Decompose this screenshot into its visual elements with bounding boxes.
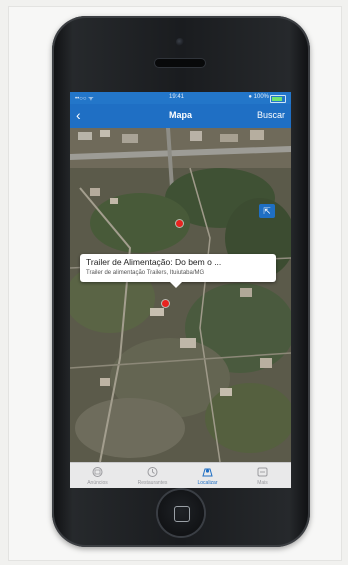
callout-subtitle: Trailer de alimentação Trailers, Ituiuta… bbox=[86, 270, 205, 276]
battery-percent: ● 100% bbox=[248, 94, 269, 100]
tab-restaurantes[interactable]: Restaurantes bbox=[125, 463, 180, 488]
phone-screen: ••○○ ᯤ 19:41 ● 100% ‹ Mapa Buscar ⇱ Trai… bbox=[70, 92, 291, 488]
selected-pin-marker[interactable] bbox=[162, 300, 169, 307]
map-pin-marker[interactable] bbox=[176, 220, 183, 227]
more-icon bbox=[257, 467, 268, 477]
satellite-map[interactable]: ⇱ Trailer de Alimentação: Do bem o ... T… bbox=[70, 128, 291, 462]
front-camera bbox=[176, 38, 184, 46]
home-square-icon bbox=[174, 506, 190, 522]
search-button[interactable]: Buscar bbox=[257, 110, 285, 120]
home-button[interactable] bbox=[158, 490, 204, 536]
navigation-bar: ‹ Mapa Buscar bbox=[70, 104, 291, 128]
map-callout[interactable]: Trailer de Alimentação: Do bem o ... Tra… bbox=[80, 254, 276, 288]
tab-anuncios[interactable]: Anúncios bbox=[70, 463, 125, 488]
map-pin-icon bbox=[202, 468, 213, 477]
tab-label: Localizar bbox=[197, 480, 218, 486]
phone-frame: ••○○ ᯤ 19:41 ● 100% ‹ Mapa Buscar ⇱ Trai… bbox=[52, 16, 310, 547]
tab-label: Anúncios bbox=[87, 480, 108, 486]
status-time: 19:41 bbox=[169, 94, 185, 100]
tab-label: Mais bbox=[257, 480, 268, 486]
tab-mais[interactable]: Mais bbox=[235, 463, 290, 488]
location-arrow-icon[interactable]: ⇱ bbox=[259, 204, 275, 218]
earpiece-speaker bbox=[155, 59, 205, 67]
status-bar: ••○○ ᯤ 19:41 ● 100% bbox=[70, 92, 291, 104]
tab-label: Restaurantes bbox=[137, 480, 168, 486]
satellite-imagery bbox=[70, 128, 291, 462]
clock-icon bbox=[147, 467, 158, 477]
megaphone-icon bbox=[92, 467, 103, 477]
battery-icon bbox=[270, 95, 286, 103]
tab-localizar[interactable]: Localizar bbox=[180, 463, 235, 488]
tab-bar: Anúncios Restaurantes Localizar Mais bbox=[70, 462, 291, 488]
callout-title: Trailer de Alimentação: Do bem o ... bbox=[86, 257, 222, 267]
carrier-signal: ••○○ ᯤ bbox=[75, 96, 94, 102]
